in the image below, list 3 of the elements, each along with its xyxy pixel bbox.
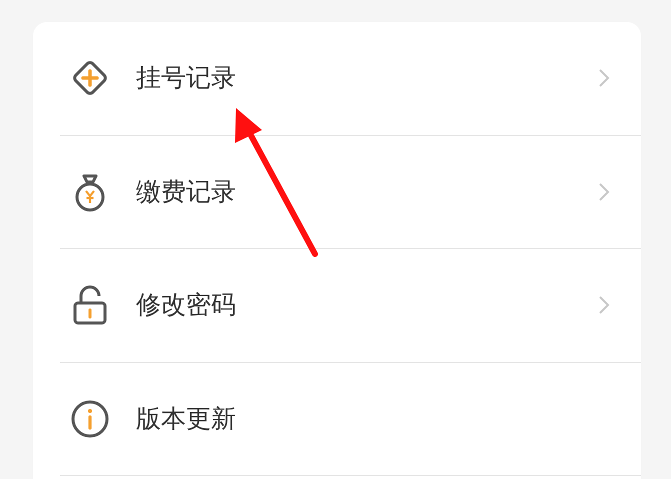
menu-item[interactable]: 缴费记录 — [60, 136, 641, 249]
menu-item[interactable]: 版本更新 — [60, 362, 641, 476]
menu-item[interactable]: 修改密码 — [60, 249, 641, 362]
